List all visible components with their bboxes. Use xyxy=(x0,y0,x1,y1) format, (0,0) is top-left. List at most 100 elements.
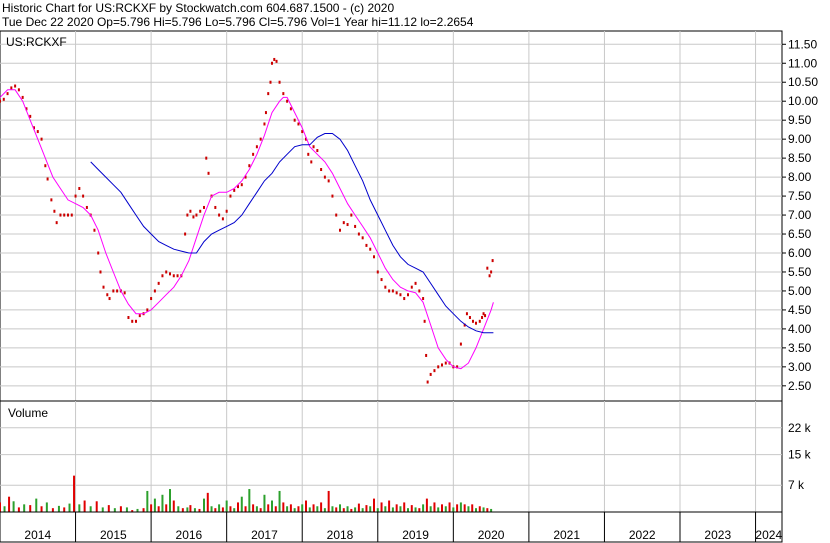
price-point xyxy=(207,171,210,175)
volume-bar xyxy=(165,504,168,512)
date-tick-label: 2015 xyxy=(100,528,127,542)
price-point xyxy=(388,289,391,293)
volume-bar xyxy=(297,506,300,512)
volume-bar xyxy=(172,500,175,512)
volume-bar xyxy=(331,506,334,512)
price-point xyxy=(161,274,164,278)
volume-bar xyxy=(29,505,32,512)
volume-bar xyxy=(63,507,66,512)
volume-tick-label: 7 k xyxy=(788,478,805,492)
volume-tick-label: 15 k xyxy=(788,448,812,462)
date-tick-label: 2019 xyxy=(402,528,429,542)
chart-header-line1: Historic Chart for US:RCKXF by Stockwatc… xyxy=(2,1,394,15)
volume-bar xyxy=(221,507,224,512)
price-point xyxy=(384,285,387,289)
price-point xyxy=(218,213,221,217)
price-point xyxy=(172,274,175,278)
volume-bar xyxy=(305,500,307,512)
price-point xyxy=(410,285,413,289)
volume-bar xyxy=(467,506,470,512)
price-point xyxy=(0,99,1,103)
volume-bar xyxy=(282,502,285,512)
price-point xyxy=(414,281,417,285)
volume-bar xyxy=(40,506,43,512)
price-tick-label: 9.50 xyxy=(788,113,812,127)
stock-chart: Historic Chart for US:RCKXF by Stockwatc… xyxy=(0,1,818,543)
price-tick-label: 6.00 xyxy=(788,246,812,260)
volume-bar xyxy=(475,508,477,512)
price-point xyxy=(205,156,208,160)
date-tick-label: 2016 xyxy=(176,528,203,542)
volume-bar xyxy=(237,502,239,512)
price-point xyxy=(259,137,262,141)
price-axis: 11.50 11.00 10.50 10.00 9.50 9.00 8.50 8.00 7.50… xyxy=(782,37,818,393)
volume-bar xyxy=(57,505,60,512)
price-point xyxy=(312,145,315,149)
date-tick-label: 2021 xyxy=(553,528,580,542)
volume-bar xyxy=(210,506,213,512)
volume-bar xyxy=(274,506,277,512)
volume-bar xyxy=(101,507,104,512)
price-tick-label: 2.50 xyxy=(788,379,812,393)
volume-bar xyxy=(203,498,205,512)
volume-bar xyxy=(186,507,189,512)
price-point xyxy=(2,97,5,101)
price-point xyxy=(350,213,353,217)
price-tick-label: 7.50 xyxy=(788,189,812,203)
price-point xyxy=(373,255,375,259)
price-tick-label: 4.00 xyxy=(788,322,812,336)
price-point xyxy=(138,314,141,318)
volume-bar xyxy=(418,508,421,512)
price-point xyxy=(116,289,119,293)
price-point xyxy=(433,369,436,373)
price-point xyxy=(365,243,368,247)
price-point xyxy=(53,209,56,213)
volume-bar xyxy=(146,490,149,512)
price-point xyxy=(199,209,202,213)
price-point xyxy=(131,319,134,323)
price-point xyxy=(46,177,49,181)
volume-bar xyxy=(218,504,221,512)
volume-bar xyxy=(193,508,196,512)
price-point xyxy=(229,194,232,198)
price-point xyxy=(310,160,313,164)
volume-bar xyxy=(471,504,474,512)
volume-bar xyxy=(425,498,428,512)
volume-bar xyxy=(12,501,15,512)
volume-bar xyxy=(181,508,184,512)
volume-bar xyxy=(312,504,315,512)
price-tick-label: 9.00 xyxy=(788,132,812,146)
price-point xyxy=(271,61,273,65)
volume-bar xyxy=(73,475,76,512)
volume-bar xyxy=(229,506,232,512)
volume-bar xyxy=(459,502,462,512)
volume-bar xyxy=(214,508,217,512)
volume-bar xyxy=(478,506,481,512)
price-point xyxy=(17,88,20,92)
price-point xyxy=(169,272,171,276)
price-point xyxy=(192,215,195,219)
date-tick-label: 2023 xyxy=(704,528,731,542)
volume-bar xyxy=(153,498,156,512)
price-point xyxy=(108,297,111,301)
price-point xyxy=(380,278,383,282)
price-point xyxy=(335,213,338,217)
volume-bar xyxy=(240,496,243,512)
price-tick-label: 11.00 xyxy=(788,56,817,70)
price-point xyxy=(426,380,429,384)
price-point xyxy=(269,80,272,84)
volume-panel-title: Volume xyxy=(8,406,48,420)
price-point xyxy=(195,213,198,217)
price-point xyxy=(225,209,228,213)
volume-bar xyxy=(78,504,81,512)
volume-bar xyxy=(403,502,406,512)
volume-bar xyxy=(433,502,436,512)
price-point xyxy=(471,319,474,323)
volume-bar xyxy=(244,506,247,512)
price-point xyxy=(189,209,192,213)
volume-bar xyxy=(51,508,54,512)
price-point xyxy=(475,321,477,325)
price-point xyxy=(78,186,81,190)
volume-bar xyxy=(8,496,11,512)
volume-bar xyxy=(177,506,180,512)
